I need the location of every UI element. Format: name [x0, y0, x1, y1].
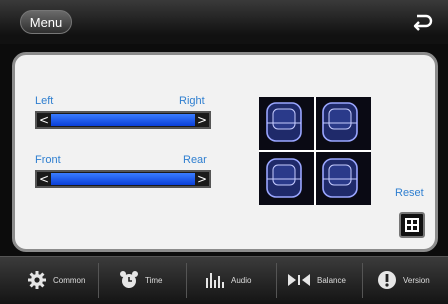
tab-version-label: Version	[403, 276, 430, 285]
seat-rear-right-icon	[322, 158, 358, 198]
rear-arrow-button[interactable]: >	[195, 172, 209, 186]
tab-common-label: Common	[53, 276, 86, 285]
front-rear-track[interactable]	[51, 173, 195, 185]
equalizer-icon	[204, 270, 226, 292]
balance-icon	[286, 272, 312, 290]
top-bar: Menu	[0, 0, 448, 44]
gear-icon	[26, 269, 48, 293]
left-arrow-button[interactable]: <	[37, 113, 51, 127]
tab-version[interactable]: Version	[376, 257, 430, 304]
seat-front-left-icon	[266, 102, 302, 142]
balance-panel: Left Right < > Front Rear < > Reset	[12, 52, 438, 252]
reset-grid-icon	[405, 218, 419, 232]
front-label: Front	[35, 154, 61, 166]
left-label: Left	[35, 95, 54, 107]
left-right-slider[interactable]: < >	[35, 111, 211, 129]
tab-divider	[186, 263, 187, 298]
bottom-tab-bar: Common Time Audio Balance Version	[0, 256, 448, 304]
tab-audio-label: Audio	[231, 276, 252, 285]
front-rear-slider[interactable]: < >	[35, 170, 211, 188]
info-icon	[376, 269, 398, 293]
right-arrow-button[interactable]: >	[195, 113, 209, 127]
seat-rear-left-icon	[266, 158, 302, 198]
rear-label: Rear	[183, 154, 207, 166]
menu-button[interactable]: Menu	[20, 10, 72, 34]
front-arrow-button[interactable]: <	[37, 172, 51, 186]
left-right-track[interactable]	[51, 114, 195, 126]
reset-button[interactable]	[399, 212, 425, 238]
seat-front-right-icon	[322, 102, 358, 142]
tab-time-label: Time	[145, 276, 163, 285]
seat-map[interactable]	[259, 97, 371, 205]
tab-audio[interactable]: Audio	[204, 257, 251, 304]
tab-common[interactable]: Common	[26, 257, 85, 304]
tab-balance[interactable]: Balance	[286, 257, 346, 304]
tab-balance-label: Balance	[317, 276, 346, 285]
tab-time[interactable]: Time	[118, 257, 162, 304]
tab-divider	[98, 263, 99, 298]
tab-divider	[276, 263, 277, 298]
tab-divider	[362, 263, 363, 298]
right-label: Right	[179, 95, 205, 107]
return-arrow-icon[interactable]	[410, 10, 434, 34]
alarm-clock-icon	[118, 269, 140, 293]
reset-label: Reset	[395, 187, 424, 199]
